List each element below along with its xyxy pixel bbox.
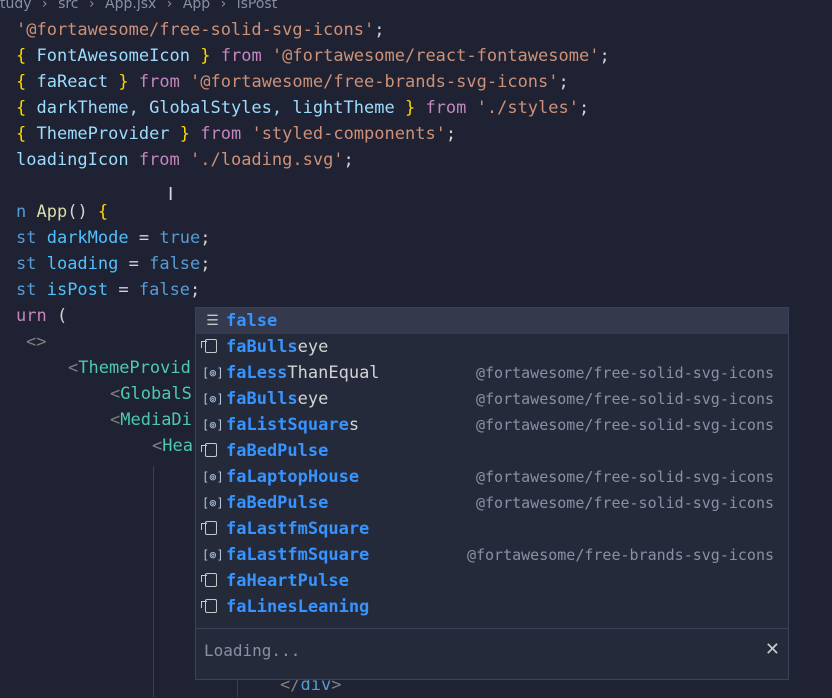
code-line: '@fortawesome/free-solid-svg-icons'; bbox=[16, 20, 385, 40]
suggestion-item[interactable]: faBullseye bbox=[196, 334, 788, 360]
code-line: { faReact } from '@fortawesome/free-bran… bbox=[16, 72, 569, 92]
suggestion-item[interactable]: ☰ false bbox=[196, 308, 788, 334]
code-line: n App() { bbox=[16, 202, 109, 222]
breadcrumb-item[interactable]: isPost bbox=[237, 0, 277, 12]
suggestion-item[interactable]: faLinesLeaning bbox=[196, 594, 788, 620]
suggestion-status-bar: Loading... ✕ bbox=[196, 628, 788, 681]
suggestion-label: faLastfmSquare bbox=[226, 516, 369, 542]
suggestion-label: faLastfmSquare bbox=[226, 542, 369, 568]
suggestion-item[interactable]: faHeartPulse bbox=[196, 568, 788, 594]
suggestion-item[interactable]: [⊚] faBullseye @fortawesome/free-solid-svg… bbox=[196, 386, 788, 412]
symbol-icon: [⊚] bbox=[202, 366, 224, 380]
symbol-icon: [⊚] bbox=[202, 392, 224, 406]
suggestion-label-match: faListSquare bbox=[226, 415, 349, 435]
suggestion-label-match: faBedPulse bbox=[226, 441, 329, 461]
symbol-icon: [⊚] bbox=[202, 496, 224, 510]
text-cursor-icon: I bbox=[168, 184, 174, 205]
suggestion-label-match: faLastfmSquare bbox=[226, 519, 370, 539]
suggestion-detail: @fortawesome/free-solid-svg-icons bbox=[475, 468, 774, 486]
breadcrumb-sep: › bbox=[220, 0, 227, 12]
snippet-icon bbox=[201, 573, 217, 587]
code-line: st isPost = false; bbox=[16, 280, 201, 300]
breadcrumb-item[interactable]: src bbox=[58, 0, 78, 12]
code-line: loadingIcon from './loading.svg'; bbox=[16, 150, 354, 170]
suggestion-label: false bbox=[226, 308, 277, 334]
breadcrumb: tudy › src › App.jsx › App › isPost bbox=[0, 0, 832, 12]
suggestion-label-match: faBulls bbox=[226, 389, 298, 409]
suggestion-label-match: faLastfmSquare bbox=[226, 545, 370, 565]
code-line: <MediaDi bbox=[110, 410, 192, 430]
suggestion-label: faLaptopHouse bbox=[226, 464, 359, 490]
suggestion-label: faListSquares bbox=[226, 412, 359, 438]
loading-text: Loading... bbox=[204, 641, 301, 660]
code-line: urn ( bbox=[16, 306, 68, 326]
suggestion-label-rest: eye bbox=[297, 337, 329, 357]
symbol-icon: [⊚] bbox=[202, 548, 224, 562]
suggestion-label-match: false bbox=[226, 311, 278, 331]
suggestion-item[interactable]: faBedPulse bbox=[196, 438, 788, 464]
snippet-icon bbox=[201, 339, 217, 353]
suggestion-label-match: faBulls bbox=[226, 337, 298, 357]
suggestion-detail: @fortawesome/free-solid-svg-icons bbox=[475, 390, 774, 408]
suggestion-label-match: faLinesLeaning bbox=[226, 597, 370, 617]
suggestion-label: faBedPulse bbox=[226, 438, 328, 464]
suggestion-item[interactable]: [⊚] faLessThanEqual @fortawesome/free-soli… bbox=[196, 360, 788, 386]
snippet-icon bbox=[201, 521, 217, 535]
suggestion-label: faBedPulse bbox=[226, 490, 328, 516]
code-line: st loading = false; bbox=[16, 254, 211, 274]
suggestion-detail: @fortawesome/free-brands-svg-icons bbox=[466, 546, 774, 564]
code-line: <GlobalS bbox=[110, 384, 192, 404]
breadcrumb-sep: › bbox=[42, 0, 48, 12]
symbol-icon: [⊚] bbox=[202, 470, 224, 484]
suggestion-label-match: faLess bbox=[226, 363, 288, 383]
breadcrumb-item[interactable]: tudy bbox=[0, 0, 32, 12]
breadcrumb-sep: › bbox=[166, 0, 173, 12]
breadcrumb-sep: › bbox=[88, 0, 95, 12]
suggestion-label: faBullseye bbox=[226, 386, 328, 412]
snippet-icon bbox=[201, 599, 217, 613]
suggestion-detail: @fortawesome/free-solid-svg-icons bbox=[475, 364, 774, 382]
suggestion-label-match: faHeartPulse bbox=[226, 571, 349, 591]
suggestion-item[interactable]: [⊚] faLastfmSquare @fortawesome/free-brand… bbox=[196, 542, 788, 568]
indent-guide bbox=[153, 466, 154, 697]
suggestion-label-match: faBedPulse bbox=[226, 493, 329, 513]
code-line: <Hea bbox=[152, 436, 193, 456]
suggestion-detail: @fortawesome/free-solid-svg-icons bbox=[475, 494, 774, 512]
suggestion-item[interactable]: faLastfmSquare bbox=[196, 516, 788, 542]
code-line: <> bbox=[26, 332, 47, 352]
suggestion-label-rest: s bbox=[348, 415, 360, 435]
snippet-icon bbox=[201, 443, 217, 457]
autocomplete-widget[interactable]: ☰ false faBullseye [⊚] faLessThanEqual @forta… bbox=[195, 307, 789, 680]
keyword-icon: ☰ bbox=[206, 313, 219, 329]
breadcrumb-item[interactable]: App.jsx bbox=[105, 0, 156, 12]
code-line: { FontAwesomeIcon } from '@fortawesome/r… bbox=[16, 46, 610, 66]
suggestion-item[interactable]: [⊚] faListSquares @fortawesome/free-solid-… bbox=[196, 412, 788, 438]
suggestion-item[interactable]: [⊚] faBedPulse @fortawesome/free-solid-svg… bbox=[196, 490, 788, 516]
suggestion-label-rest: ThanEqual bbox=[287, 363, 380, 383]
suggestion-item[interactable]: [⊚] faLaptopHouse @fortawesome/free-solid-… bbox=[196, 464, 788, 490]
suggestion-detail: @fortawesome/free-solid-svg-icons bbox=[475, 416, 774, 434]
code-line: <ThemeProvid bbox=[68, 358, 191, 378]
suggestion-label: faLinesLeaning bbox=[226, 594, 369, 620]
code-line: { ThemeProvider } from 'styled-component… bbox=[16, 124, 457, 144]
close-icon[interactable]: ✕ bbox=[765, 639, 780, 660]
symbol-icon: [⊚] bbox=[202, 418, 224, 432]
code-line: st darkMode = true; bbox=[16, 228, 211, 248]
suggestion-label: faHeartPulse bbox=[226, 568, 349, 594]
suggestion-label-rest: eye bbox=[297, 389, 329, 409]
breadcrumb-item[interactable]: App bbox=[183, 0, 210, 12]
suggestion-label-match: faLaptopHouse bbox=[226, 467, 360, 487]
code-line: { darkTheme, GlobalStyles, lightTheme } … bbox=[16, 98, 590, 118]
suggestion-label: faLessThanEqual bbox=[226, 360, 380, 386]
suggestion-label: faBullseye bbox=[226, 334, 328, 360]
